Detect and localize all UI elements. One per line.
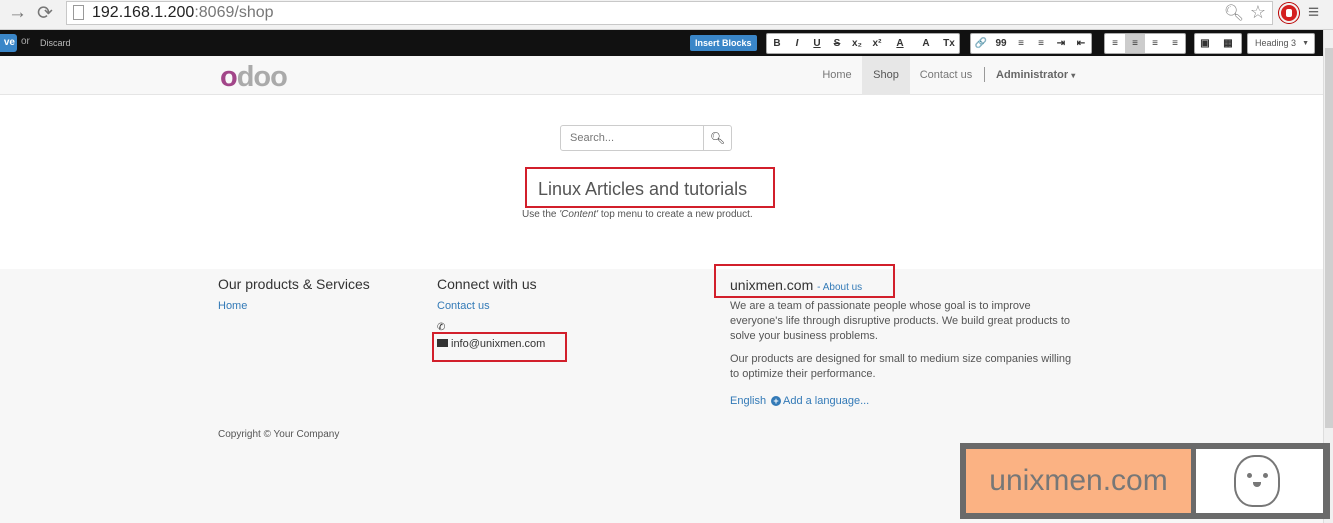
user-menu[interactable]: Administrator ▾ [996, 56, 1075, 95]
font-color-button[interactable]: A [887, 34, 913, 53]
bold-button[interactable]: B [767, 34, 787, 53]
forward-icon[interactable]: → [8, 2, 27, 24]
superscript-button[interactable]: x² [867, 34, 887, 53]
address-bar[interactable]: 192.168.1.200:8069/shop 🔍︎ ☆ [66, 1, 1273, 25]
language-english-link[interactable]: English [730, 395, 766, 407]
editor-toolbar: ve or Discard Insert Blocks B I U S x₂ x… [0, 30, 1333, 56]
outdent-icon[interactable]: ⇤ [1071, 34, 1091, 53]
or-label: or [21, 36, 30, 47]
search-icon[interactable]: 🔍︎ [703, 126, 731, 150]
bullet-list-icon[interactable]: ≡ [1011, 34, 1031, 53]
scrollbar-thumb[interactable] [1325, 48, 1333, 428]
indent-icon[interactable]: ⇥ [1051, 34, 1071, 53]
align-right-icon[interactable]: ≡ [1145, 34, 1165, 53]
paragraph-button-group: 🔗 99 ≡ ≡ ⇥ ⇤ [970, 33, 1092, 54]
odoo-logo[interactable]: odoo [220, 61, 288, 94]
envelope-icon [437, 339, 448, 347]
link-icon[interactable]: 🔗 [971, 34, 991, 53]
chevron-down-icon: ▼ [1302, 40, 1309, 47]
underline-button[interactable]: U [807, 34, 827, 53]
search-input[interactable] [561, 126, 703, 150]
nav-divider [984, 67, 985, 82]
url-text[interactable]: 192.168.1.200:8069/shop [92, 4, 274, 22]
adblock-extension-icon[interactable] [1279, 3, 1299, 23]
highlight-color-button[interactable]: A [913, 34, 939, 53]
bookmark-star-icon[interactable]: ☆ [1250, 2, 1266, 23]
about-us-link[interactable]: - About us [817, 282, 862, 293]
blockquote-icon[interactable]: 99 [991, 34, 1011, 53]
plus-circle-icon: + [771, 396, 781, 406]
copyright: Copyright © Your Company [218, 429, 340, 440]
nav-shop[interactable]: Shop [862, 56, 910, 95]
subscript-button[interactable]: x₂ [847, 34, 867, 53]
footer-about-paragraph-2: Our products are designed for small to m… [730, 353, 1072, 380]
product-search: 🔍︎ [560, 125, 732, 151]
caret-down-icon: ▾ [1071, 71, 1076, 80]
footer-products-title: Our products & Services [218, 276, 370, 292]
format-button-group: B I U S x₂ x² A A Tx [766, 33, 960, 54]
italic-button[interactable]: I [787, 34, 807, 53]
site-header: odoo Home Shop Contact us Administrator … [0, 56, 1323, 95]
penguin-icon [1234, 455, 1280, 507]
footer-email[interactable]: info@unixmen.com [437, 338, 545, 350]
add-language-link[interactable]: + Add a language... [771, 395, 869, 407]
footer-home-link[interactable]: Home [218, 300, 247, 312]
image-icon[interactable]: ▣ [1195, 34, 1215, 53]
clear-format-button[interactable]: Tx [939, 34, 959, 53]
heading-style-select[interactable]: Heading 3 ▼ [1247, 33, 1315, 54]
save-button[interactable]: ve [0, 34, 17, 52]
numbered-list-icon[interactable]: ≡ [1031, 34, 1051, 53]
nav-contact-us[interactable]: Contact us [910, 56, 982, 95]
page-title[interactable]: Linux Articles and tutorials [538, 179, 747, 200]
align-left-icon[interactable]: ≡ [1105, 34, 1125, 53]
browser-menu-icon[interactable]: ≡ [1308, 2, 1319, 24]
reload-icon[interactable]: ⟳ [37, 2, 53, 25]
watermark-logo [1196, 449, 1323, 513]
page-icon [73, 5, 84, 20]
footer-connect-title: Connect with us [437, 276, 537, 292]
insert-blocks-button[interactable]: Insert Blocks [690, 35, 757, 51]
table-icon[interactable]: ▦ [1215, 34, 1241, 53]
media-button-group: ▣ ▦ [1194, 33, 1242, 54]
footer-about-title: unixmen.com - About us [730, 277, 863, 293]
footer-about-paragraph-1: We are a team of passionate people whose… [730, 300, 1071, 342]
align-button-group: ≡ ≡ ≡ ≡ [1104, 33, 1186, 54]
discard-button[interactable]: Discard [40, 38, 71, 48]
watermark-text: unixmen.com [966, 449, 1191, 513]
strikethrough-button[interactable]: S [827, 34, 847, 53]
align-justify-icon[interactable]: ≡ [1165, 34, 1185, 53]
zoom-icon[interactable]: 🔍︎ [1224, 3, 1244, 23]
browser-chrome: → ⟳ 192.168.1.200:8069/shop 🔍︎ ☆ ≡ [0, 0, 1333, 30]
empty-shop-hint: Use the 'Content' top menu to create a n… [522, 209, 753, 220]
nav-home[interactable]: Home [811, 56, 863, 95]
footer-contact-link[interactable]: Contact us [437, 300, 490, 312]
unixmen-watermark: unixmen.com [960, 443, 1330, 519]
align-center-icon[interactable]: ≡ [1125, 34, 1145, 53]
